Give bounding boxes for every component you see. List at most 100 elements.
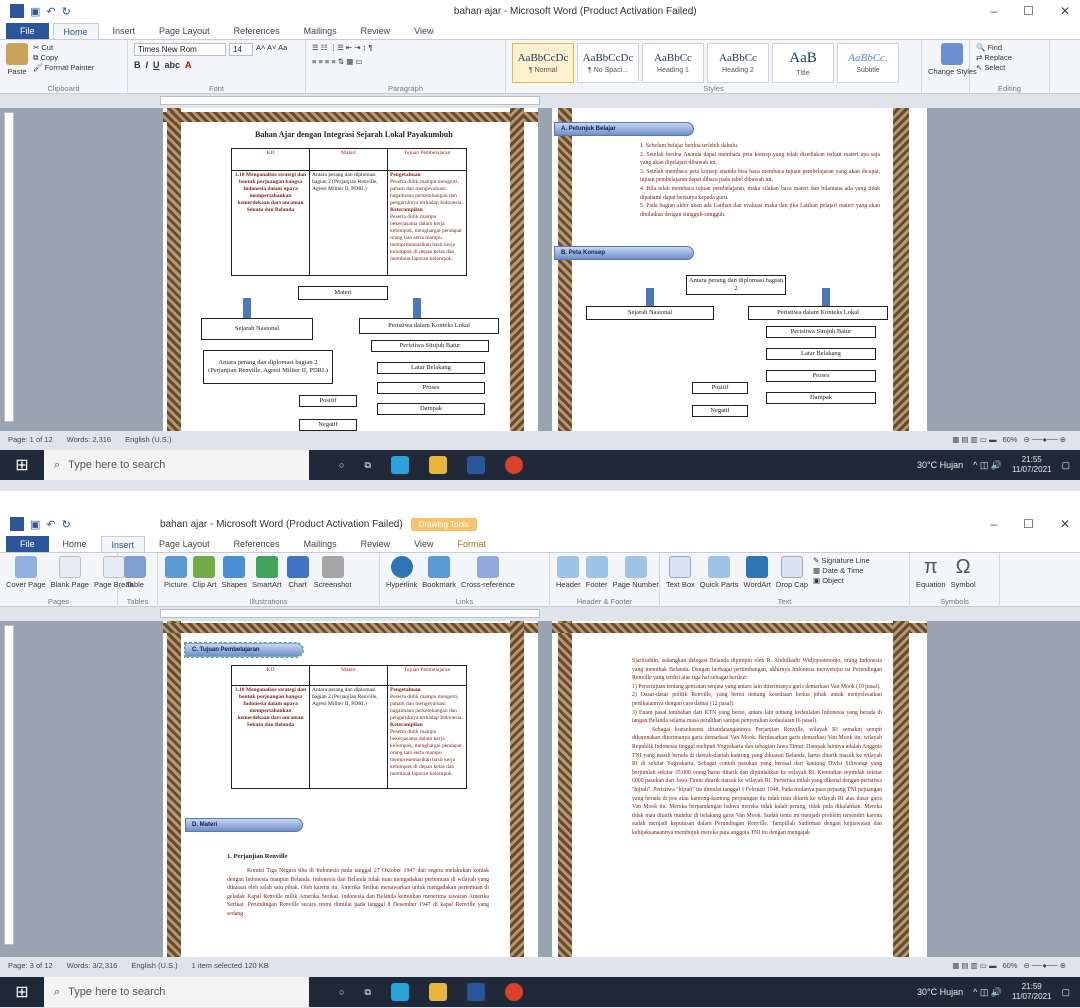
header-button[interactable]: Header (556, 556, 581, 589)
map-latar[interactable]: Latar Belakang (766, 348, 876, 360)
view-buttons[interactable]: ▦ ▤ ▥ ▭ ▬ (952, 961, 996, 970)
page-count[interactable]: Page: 1 of 12 (8, 435, 53, 444)
map-nasional[interactable]: Sejarah Nasional (586, 306, 714, 320)
font-color-button[interactable]: A (185, 60, 192, 70)
file-explorer-icon[interactable] (428, 456, 447, 474)
map-nasional[interactable]: Sejarah Nasional (201, 318, 313, 340)
tab-file[interactable]: File (6, 23, 49, 39)
shapes-button[interactable]: Shapes (222, 556, 247, 589)
notification-icon[interactable]: ▢ (1061, 987, 1070, 998)
close-icon[interactable]: ✕ (1060, 4, 1070, 18)
windows-start-button[interactable]: ⊞ (0, 977, 44, 1007)
map-bumi[interactable]: Peristiwa Situjuh Batur (371, 340, 489, 352)
word-icon[interactable]: W (10, 4, 24, 18)
tab-view[interactable]: View (404, 536, 443, 552)
tab-insert[interactable]: Insert (103, 23, 146, 39)
map-proses[interactable]: Proses (766, 370, 876, 382)
tray-icons[interactable]: ^ ◫ 🔊 (973, 460, 1002, 471)
close-icon[interactable]: ✕ (1060, 517, 1070, 531)
minimize-icon[interactable]: – (990, 517, 997, 531)
tab-review[interactable]: Review (351, 536, 401, 552)
undo-icon[interactable]: ↶ (46, 5, 55, 18)
select-button[interactable]: ↖ Select (976, 63, 1005, 73)
maximize-icon[interactable]: ☐ (1023, 4, 1034, 18)
map-top[interactable]: Antara perang dan diplomasi bagian 2 (686, 275, 786, 295)
object-button[interactable]: ▣ Object (813, 576, 870, 586)
footer-button[interactable]: Footer (585, 556, 608, 589)
style-no-spacing[interactable]: AaBbCcDc ¶ No Spaci... (577, 43, 639, 83)
word-taskbar-icon[interactable] (466, 456, 485, 474)
list-buttons[interactable]: ☰ ☷ ⋮☰ ⇤ ⇥ ↕ ¶ (312, 43, 373, 53)
clock[interactable]: 21:59 11/07/2021 (1012, 982, 1051, 1002)
tab-page-layout[interactable]: Page Layout (149, 23, 220, 39)
bookmark-button[interactable]: Bookmark (422, 556, 456, 589)
save-icon[interactable]: ▣ (30, 518, 40, 531)
map-dampak[interactable]: Dampak (377, 403, 485, 415)
cortana-icon[interactable]: ○ (339, 987, 344, 997)
weather[interactable]: 30°C Hujan (917, 987, 963, 997)
save-icon[interactable]: ▣ (30, 5, 40, 18)
zoom-slider[interactable]: ⊖ ──●── ⊕ (1023, 961, 1066, 970)
map-lokal[interactable]: Peristiwa dalam Konteks Lokal (359, 318, 499, 334)
tab-references[interactable]: References (224, 23, 290, 39)
blank-page-button[interactable]: Blank Page (51, 556, 89, 589)
tab-review[interactable]: Review (351, 23, 401, 39)
cut-button[interactable]: ✂ Cut (33, 43, 94, 53)
text-box-button[interactable]: Text Box (666, 556, 695, 589)
view-buttons[interactable]: ▦ ▤ ▥ ▭ ▬ (952, 435, 996, 444)
map-bumi[interactable]: Peristiwa Situjuh Batur (766, 326, 876, 338)
wordart-button[interactable]: WordArt (744, 556, 771, 589)
align-buttons[interactable]: ≡ ≡ ≡ ≡ ⇅ ▦ ▭ (312, 57, 362, 67)
table-button[interactable]: Table (124, 556, 146, 589)
font-size-select[interactable]: 14 (229, 43, 253, 56)
document-area[interactable]: C. Tujuan Pembelajaran KD Materi Tujuan … (0, 621, 1080, 957)
tab-mailings[interactable]: Mailings (294, 23, 347, 39)
tab-references[interactable]: References (224, 536, 290, 552)
weather[interactable]: 30°C Hujan (917, 460, 963, 470)
find-button[interactable]: 🔍 Find (976, 43, 1002, 53)
language[interactable]: English (U.S.) (131, 961, 177, 970)
file-explorer-icon[interactable] (428, 983, 447, 1001)
map-nasional-detail[interactable]: Antara perang dan diplomasi bagian 2 (Pe… (203, 350, 333, 384)
windows-start-button[interactable]: ⊞ (0, 450, 44, 480)
font-name-select[interactable]: Times New Rom (134, 43, 226, 56)
chart-button[interactable]: Chart (286, 556, 309, 589)
document-area[interactable]: Bahan Ajar dengan Integrasi Sejarah Loka… (0, 108, 1080, 431)
tab-format[interactable]: Format (448, 536, 497, 552)
horizontal-ruler[interactable] (0, 95, 1080, 107)
replace-button[interactable]: ⇄ Replace (976, 53, 1012, 63)
undo-icon[interactable]: ↶ (46, 518, 55, 531)
taskbar-search[interactable]: ⌕ Type here to search (44, 977, 309, 1007)
signature-line-button[interactable]: ✎ Signature Line (813, 556, 870, 566)
edge-icon[interactable] (390, 456, 409, 474)
tab-home[interactable]: Home (53, 536, 97, 552)
copy-button[interactable]: ⧉ Copy (33, 53, 94, 63)
clock[interactable]: 21:55 11/07/2021 (1012, 455, 1051, 475)
smartart-button[interactable]: SmartArt (252, 556, 282, 589)
zoom-level[interactable]: 60% (1002, 435, 1017, 444)
language[interactable]: English (U.S.) (125, 435, 171, 444)
minimize-icon[interactable]: – (990, 4, 997, 18)
page-number-button[interactable]: Page Number (613, 556, 659, 589)
style-normal[interactable]: AaBbCcDc ¶ Normal (512, 43, 574, 83)
symbol-button[interactable]: Ω Symbol (951, 556, 976, 589)
grow-font-button[interactable]: A˄ A˅ Aa (256, 43, 287, 56)
redo-icon[interactable]: ↻ (62, 518, 71, 531)
edge-icon[interactable] (390, 983, 409, 1001)
page-count[interactable]: Page: 3 of 12 (8, 961, 53, 970)
taskbar-search[interactable]: ⌕ Type here to search (44, 450, 309, 480)
quick-parts-button[interactable]: Quick Parts (700, 556, 739, 589)
horizontal-ruler[interactable] (0, 608, 1080, 620)
map-lokal[interactable]: Peristiwa dalam Konteks Lokal (748, 306, 888, 320)
chrome-icon[interactable] (504, 456, 523, 474)
notification-icon[interactable]: ▢ (1061, 460, 1070, 471)
section-c-title[interactable]: C. Tujuan Pembelajaran (184, 642, 304, 658)
italic-button[interactable]: I (146, 60, 149, 70)
map-materi[interactable]: Materi (298, 286, 388, 300)
word-icon[interactable]: W (10, 517, 24, 531)
tab-mailings[interactable]: Mailings (294, 536, 347, 552)
map-negatif[interactable]: Negatif (299, 419, 357, 431)
style-subtitle[interactable]: AaBbCc. Subtitle (837, 43, 899, 83)
hyperlink-button[interactable]: Hyperlink (386, 556, 417, 589)
drop-cap-button[interactable]: Drop Cap (776, 556, 808, 589)
